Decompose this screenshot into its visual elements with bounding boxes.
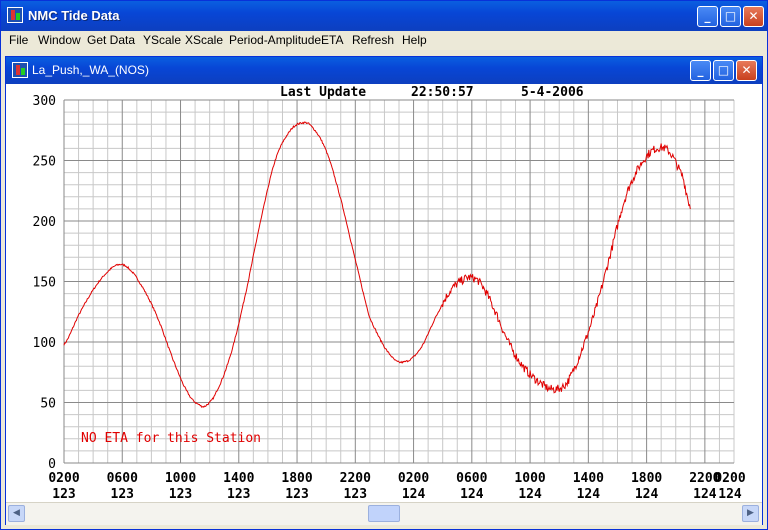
x-tick-time-label: 1800 bbox=[281, 471, 312, 486]
menu-eta[interactable]: ETA bbox=[321, 33, 343, 47]
x-tick-day-label: 123 bbox=[344, 487, 367, 502]
x-tick-time-label: 1000 bbox=[165, 471, 196, 486]
child-minimize-icon: _ bbox=[697, 63, 704, 77]
menu-period-amplitude[interactable]: Period-Amplitude bbox=[229, 33, 321, 47]
horizontal-scrollbar[interactable]: ◀ ▶ bbox=[6, 502, 762, 525]
x-tick-day-label: 123 bbox=[169, 487, 192, 502]
menu-get-data[interactable]: Get Data bbox=[87, 33, 135, 47]
x-tick-time-label: 0200 bbox=[714, 471, 745, 486]
x-tick-time-label: 1000 bbox=[514, 471, 545, 486]
child-close-button[interactable]: ✕ bbox=[736, 60, 757, 81]
station-window: La_Push,_WA_(NOS) _ □ ✕ 0 50 100 150 200 250 3… bbox=[5, 56, 763, 525]
app-icon bbox=[7, 7, 23, 23]
x-tick-time-label: 2200 bbox=[340, 471, 371, 486]
x-tick-day-label: 124 bbox=[460, 487, 484, 502]
x-tick-time-label: 1400 bbox=[573, 471, 604, 486]
x-tick-time-label: 0200 bbox=[398, 471, 429, 486]
tide-chart: 050100150200250300 020012306001231000123… bbox=[33, 85, 746, 502]
station-icon bbox=[12, 62, 28, 78]
menu-file[interactable]: File bbox=[9, 33, 28, 47]
x-tick-day-label: 124 bbox=[693, 487, 717, 502]
last-update-time: 22:50:57 bbox=[411, 85, 474, 100]
menu-xscale[interactable]: XScale bbox=[185, 33, 223, 47]
x-tick-time-label: 0600 bbox=[456, 471, 487, 486]
child-minimize-button[interactable]: _ bbox=[690, 60, 711, 81]
scroll-left-arrow-icon[interactable]: ◀ bbox=[8, 505, 25, 522]
child-maximize-button[interactable]: □ bbox=[713, 60, 734, 81]
app-titlebar[interactable]: NMC Tide Data _ □ ✕ bbox=[1, 1, 767, 31]
station-title: La_Push,_WA_(NOS) bbox=[32, 63, 149, 77]
close-icon: ✕ bbox=[748, 9, 759, 23]
tide-chart-area: 0 50 100 150 200 250 300 0200 123 0600 123 1000 123… bbox=[6, 84, 762, 502]
x-tick-time-label: 0200 bbox=[48, 471, 79, 486]
last-update-date: 5-4-2006 bbox=[521, 85, 584, 100]
tide-series-line bbox=[63, 121, 691, 408]
app-title: NMC Tide Data bbox=[28, 8, 120, 23]
x-tick-time-label: 0600 bbox=[107, 471, 138, 486]
menu-bar: File Window Get Data YScale XScale Perio… bbox=[1, 31, 767, 50]
x-tick-day-label: 124 bbox=[635, 487, 659, 502]
x-tick-day-label: 123 bbox=[111, 487, 134, 502]
y-tick-label: 200 bbox=[33, 215, 56, 230]
child-maximize-icon: □ bbox=[717, 63, 730, 77]
x-tick-day-label: 124 bbox=[577, 487, 601, 502]
menu-refresh[interactable]: Refresh bbox=[352, 33, 394, 47]
y-tick-label: 100 bbox=[33, 336, 56, 351]
minimize-button[interactable]: _ bbox=[697, 6, 718, 27]
menu-yscale[interactable]: YScale bbox=[143, 33, 181, 47]
maximize-icon: □ bbox=[724, 9, 737, 23]
scroll-thumb[interactable] bbox=[368, 505, 400, 522]
x-tick-day-label: 124 bbox=[518, 487, 542, 502]
last-update-label: Last Update bbox=[280, 85, 366, 100]
y-tick-label: 150 bbox=[33, 276, 56, 291]
x-tick-day-label: 123 bbox=[285, 487, 308, 502]
x-tick-time-label: 1800 bbox=[631, 471, 662, 486]
y-tick-label: 300 bbox=[33, 94, 56, 109]
y-tick-label: 0 bbox=[48, 457, 56, 472]
x-tick-day-label: 124 bbox=[718, 487, 742, 502]
y-tick-label: 50 bbox=[40, 397, 56, 412]
scroll-right-arrow-icon[interactable]: ▶ bbox=[742, 505, 759, 522]
eta-notice: NO ETA for this Station bbox=[81, 431, 261, 446]
close-button[interactable]: ✕ bbox=[743, 6, 764, 27]
menu-window[interactable]: Window bbox=[38, 33, 81, 47]
x-tick-time-label: 1400 bbox=[223, 471, 254, 486]
station-titlebar[interactable]: La_Push,_WA_(NOS) _ □ ✕ bbox=[6, 57, 762, 84]
x-tick-day-label: 123 bbox=[227, 487, 250, 502]
maximize-button[interactable]: □ bbox=[720, 6, 741, 27]
x-tick-day-label: 123 bbox=[52, 487, 75, 502]
minimize-icon: _ bbox=[704, 9, 711, 23]
app-window: NMC Tide Data _ □ ✕ File Window Get Data… bbox=[0, 0, 768, 530]
menu-help[interactable]: Help bbox=[402, 33, 427, 47]
child-close-icon: ✕ bbox=[741, 63, 752, 77]
x-tick-day-label: 124 bbox=[402, 487, 426, 502]
y-tick-label: 250 bbox=[33, 155, 56, 170]
